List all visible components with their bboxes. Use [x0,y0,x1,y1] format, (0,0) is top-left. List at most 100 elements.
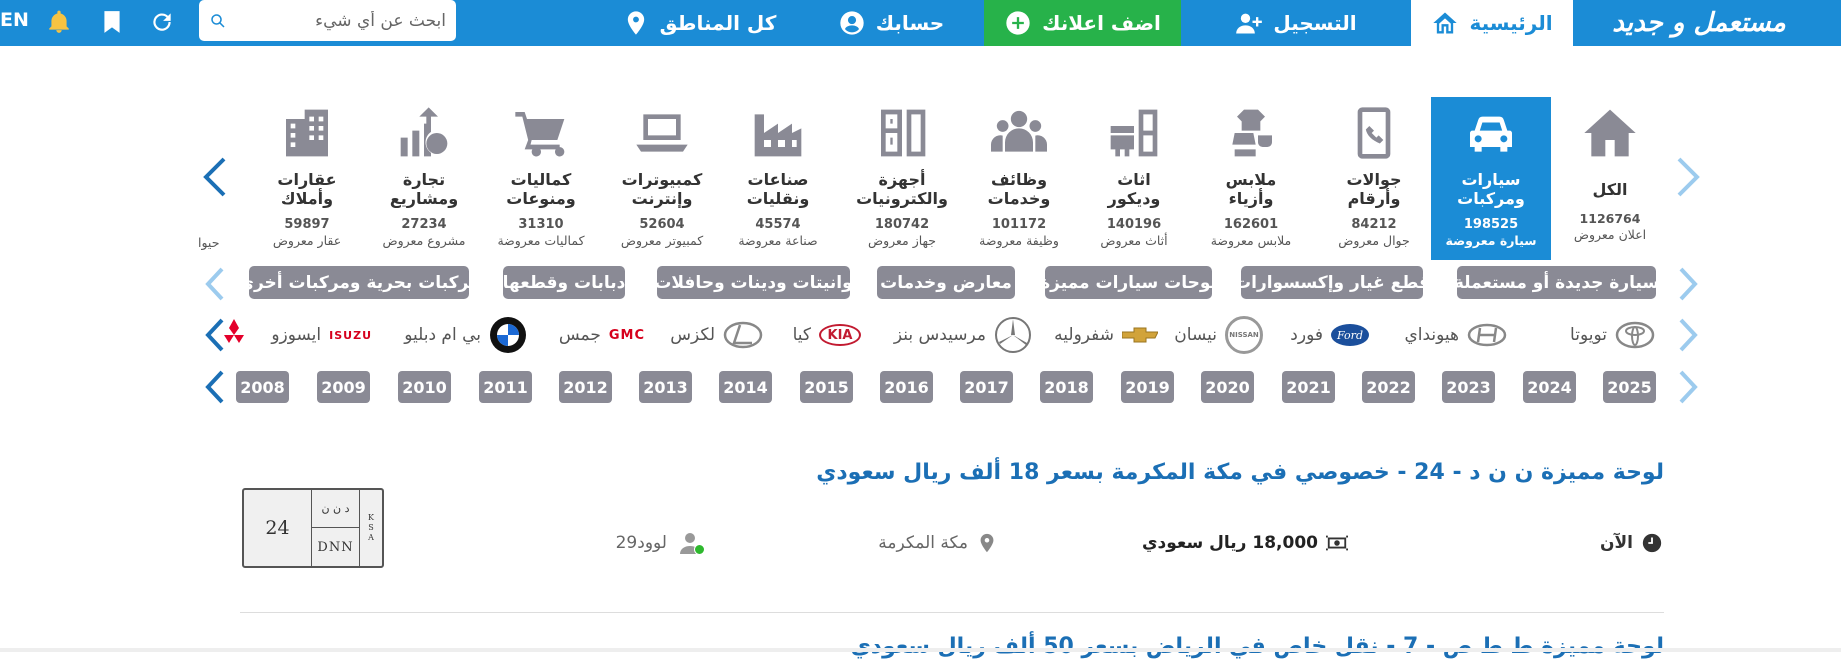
toyota-logo [1615,321,1655,349]
category-cars[interactable]: سيارات ومركبات 198525 سيارة معروضة [1431,97,1551,260]
year-chip[interactable]: 2023 [1442,371,1495,403]
mitsubishi-icon [224,319,244,343]
category-real-estate[interactable]: عقارات وأملاك 59897 عقار معروض [247,97,367,260]
category-sub: كماليات معروضة [497,233,585,248]
year-chip[interactable]: 2011 [479,371,532,403]
brand-bmw[interactable]: بي ام دبليو [404,316,527,354]
category-all[interactable]: الكل 1126764 اعلان معروض [1550,97,1670,260]
horizontal-scrollbar[interactable] [0,648,1841,652]
brand-toyota[interactable]: تويوتا [1570,316,1655,354]
category-business[interactable]: تجارة ومشاريع 27234 مشروع معروض [364,97,484,260]
refresh-button[interactable] [148,8,176,36]
year-chip[interactable]: 2024 [1523,371,1576,403]
add-ad-button[interactable]: اضف اعلانك [984,0,1181,46]
nav-account[interactable]: حسابك [798,0,984,46]
gmc-logo: GMC [608,327,645,343]
notifications-button[interactable] [45,8,73,36]
brand-chevrolet[interactable]: شفروليه [1054,316,1158,354]
tag-motorcycles[interactable]: دبابات وقطعها [503,266,625,299]
bookmark-button[interactable] [98,8,126,36]
category-name: اثاث وديكور [1107,170,1161,208]
year-chip[interactable]: 2010 [398,371,451,403]
tags-next-arrow[interactable] [200,262,230,306]
category-sub: صناعة معروضة [738,233,818,248]
tag-spare-parts[interactable]: قطع غيار وإكسسوارات [1234,266,1430,299]
brands-prev-arrow[interactable] [1673,313,1703,357]
year-chip[interactable]: 2025 [1603,371,1656,403]
nav-register[interactable]: التسجيل [1181,0,1411,46]
year-chip[interactable]: 2009 [317,371,370,403]
brand-kia[interactable]: KIA كيا [793,316,861,354]
language-toggle[interactable]: EN [0,9,29,31]
brand-name: تويوتا [1570,325,1607,345]
laptop-icon [636,114,688,152]
tag-new-used-cars[interactable]: سيارة جديدة أو مستعملة [1454,266,1659,299]
site-logo[interactable]: مستعمل و جديد [1573,0,1825,46]
years-prev-arrow[interactable] [1673,365,1703,409]
tags-prev-arrow[interactable] [1673,262,1703,306]
categories-prev-arrow[interactable] [1673,155,1703,199]
listing-user[interactable]: لوود29 [616,528,705,558]
tag-marine-other[interactable]: مركبات بحرية ومركبات أخرى [238,266,480,299]
ford-logo: Ford [1331,324,1369,346]
year-chip[interactable]: 2015 [800,371,853,403]
category-name: كمبيوترات وإنترنت [621,170,703,208]
isuzu-logo: ISUZU [329,328,372,342]
brand-name: جمس [558,325,601,345]
category-jobs[interactable]: وظائف وخدمات 101172 وظيفة معروضة [959,97,1079,260]
search-input[interactable] [227,10,446,31]
category-name: صناعات ونقليات [746,170,810,208]
year-chip[interactable]: 2014 [719,371,772,403]
plate-letters-en: DNN [312,528,360,566]
brand-hyundai[interactable]: هيونداي [1404,316,1507,354]
category-furniture[interactable]: اثاث وديكور 140196 أثاث معروض [1074,97,1194,260]
listing-time: الآن [1600,528,1663,558]
years-next-arrow[interactable] [200,365,230,409]
brand-mercedes[interactable]: مرسيدس بنز [894,316,1032,354]
tag-pickups-buses[interactable]: وانيتات ودينات وحافلات [654,266,853,299]
category-sub: وظيفة معروضة [979,233,1059,248]
year-chip[interactable]: 2012 [559,371,612,403]
year-chip[interactable]: 2020 [1201,371,1254,403]
brand-name: نيسان [1174,325,1217,345]
category-clothes[interactable]: ملابس وأزياء 162601 ملابس معروضة [1191,97,1311,260]
year-chip[interactable]: 2013 [639,371,692,403]
category-accessories[interactable]: كماليات ومنوعات 31310 كماليات معروضة [481,97,601,260]
year-chip[interactable]: 2021 [1282,371,1335,403]
brand-ford[interactable]: Ford فورد [1290,316,1369,354]
brand-nissan[interactable]: NISSAN نيسان [1174,316,1263,354]
category-phones[interactable]: جوالات وأرقام 84212 جوال معروض [1314,97,1434,260]
hyundai-logo [1467,323,1507,347]
brand-isuzu[interactable]: ISUZU ايسوزو [271,316,372,354]
tag-showrooms[interactable]: معارض وخدمات [877,266,1015,299]
year-chip[interactable]: 2018 [1040,371,1093,403]
people-icon [990,110,1048,152]
year-chip[interactable]: 2016 [880,371,933,403]
car-icon [1470,116,1512,152]
category-sub: جوال معروض [1338,233,1410,248]
mitsubishi-logo[interactable] [222,318,246,352]
year-chip[interactable]: 2019 [1121,371,1174,403]
year-chip[interactable]: 2022 [1362,371,1415,403]
year-chip[interactable]: 2017 [960,371,1013,403]
year-chip[interactable]: 2008 [236,371,289,403]
category-partial-animals[interactable]: حيوا [198,97,228,260]
nav-home[interactable]: الرئيسية [1411,0,1573,46]
search-icon[interactable] [209,9,227,33]
tag-special-plates[interactable]: لوحات سيارات مميزة [1040,266,1217,299]
category-electronics[interactable]: أجهزة والكترونيات 180742 جهاز معروض [842,97,962,260]
listing-title-link[interactable]: لوحة مميزة ن ن د - 24 - خصوصي في مكة الم… [816,460,1664,485]
listing-location[interactable]: مكة المكرمة [878,528,998,558]
furniture-icon [1110,109,1158,157]
category-industries[interactable]: صناعات ونقليات 45574 صناعة معروضة [718,97,838,260]
mercedes-logo [994,316,1032,354]
license-plate-image[interactable]: 24 د ن ن DNN KSA [242,488,384,568]
brand-name: شفروليه [1054,325,1114,345]
brand-lexus[interactable]: لكزس [670,316,763,354]
brand-gmc[interactable]: GMC جمس [559,316,645,354]
regions-selector[interactable]: كل المناطق [600,0,798,46]
category-name: ملابس وأزياء [1225,170,1277,208]
next-listing-title-link[interactable]: لوحة مميزة ط ط ص - 7 - نقل خاص في الرياض… [851,634,1664,659]
brand-name: ايسوزو [271,325,322,345]
category-computers[interactable]: كمبيوترات وإنترنت 52604 كمبيوتر معروض [602,97,722,260]
